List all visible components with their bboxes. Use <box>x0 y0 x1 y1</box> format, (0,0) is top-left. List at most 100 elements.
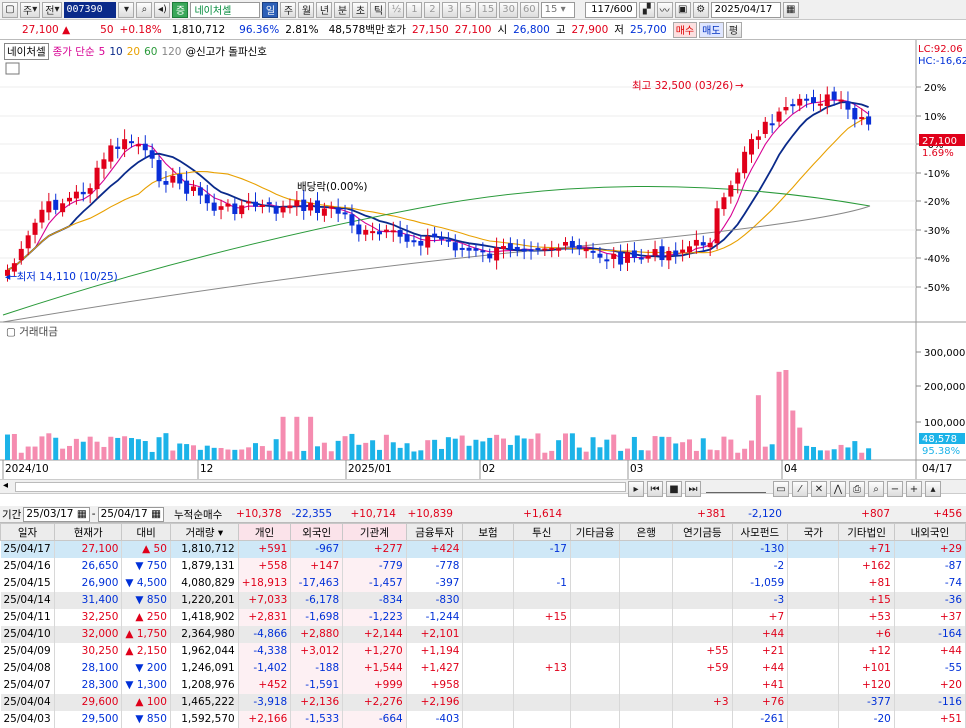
zoom-icon[interactable]: ⌕ <box>868 481 884 497</box>
volume-bar <box>397 447 403 460</box>
legend-ma-20[interactable]: 20 <box>127 46 140 58</box>
period-minute-button[interactable]: 분 <box>334 1 351 18</box>
minute-15-button[interactable]: 15 <box>478 1 498 18</box>
column-header[interactable]: 외국인 <box>290 523 344 541</box>
column-header[interactable]: 투신 <box>512 523 571 541</box>
pattern-icon[interactable]: 〰 <box>656 1 673 18</box>
total-select[interactable]: 전 ▾ <box>42 1 63 18</box>
last-icon[interactable]: ⏭ <box>685 481 701 497</box>
period-week-button[interactable]: 주 <box>280 1 297 18</box>
count-field[interactable]: 117/600 <box>584 1 637 18</box>
date-field[interactable]: 2025/04/17 <box>710 1 781 18</box>
legend-ma-label[interactable]: 종가 단순 <box>53 44 95 59</box>
table-row[interactable]: 25/04/10 32,000 ▲ 1,750 2,364,980 -4,866 +2,8… <box>0 625 966 643</box>
tool-cross-icon[interactable]: ✕ <box>811 481 827 497</box>
tool-square-icon[interactable]: ▭ <box>773 481 789 497</box>
stop-icon[interactable]: ■ <box>666 481 682 497</box>
scroll-track[interactable] <box>15 482 626 492</box>
column-header[interactable]: 내외국인 <box>893 523 966 541</box>
legend-ma-10[interactable]: 10 <box>109 46 122 58</box>
eval-button[interactable]: 평 <box>725 21 742 38</box>
column-header[interactable]: 연기금등 <box>672 523 733 541</box>
minute-select[interactable]: 15 ▾ <box>540 1 575 18</box>
tool-line-icon[interactable]: ⁄ <box>792 481 808 497</box>
table-row[interactable]: 25/04/09 30,250 ▲ 2,150 1,962,044 -4,338 +3,0… <box>0 642 966 660</box>
stock-name-field[interactable]: 네이처셀 <box>190 1 261 18</box>
period-tick-button[interactable]: 틱 <box>370 1 387 18</box>
column-header[interactable]: 기관계 <box>342 523 407 541</box>
zoom-in-icon[interactable]: + <box>906 481 922 497</box>
expand-icon[interactable]: ▴ <box>925 481 941 497</box>
zoom-slider[interactable] <box>706 483 766 493</box>
market-select[interactable]: 주 ▾ <box>20 1 41 18</box>
minute-1-button[interactable]: 1 <box>406 1 423 18</box>
zoom-out-icon[interactable]: − <box>887 481 903 497</box>
grid-toggle-icon[interactable] <box>5 62 20 75</box>
table-cell: +7,033 <box>238 591 292 609</box>
table-cell: 1,418,902 <box>170 608 239 626</box>
table-row[interactable]: 25/04/17 27,100 ▲ 50 1,810,712 +591 -967 +277 +… <box>0 540 966 558</box>
candle <box>439 237 444 240</box>
scroll-left-icon[interactable]: ◂ <box>3 480 8 491</box>
table-row[interactable]: 25/04/16 26,650 ▼ 750 1,879,131 +558 +147 -779… <box>0 557 966 575</box>
column-header[interactable]: 현재가 <box>53 523 123 541</box>
table-cell: +2,196 <box>406 693 464 711</box>
period-month-button[interactable]: 월 <box>298 1 315 18</box>
search-icon[interactable]: ⌕ <box>136 1 153 18</box>
column-header[interactable]: 사모펀드 <box>731 523 789 541</box>
table-row[interactable]: 25/04/04 29,600 ▲ 100 1,465,222 -3,918 +2,136… <box>0 693 966 711</box>
column-header[interactable]: 기타금융 <box>569 523 621 541</box>
period-year-button[interactable]: 년 <box>316 1 333 18</box>
window-icon[interactable]: ▢ <box>2 1 18 18</box>
sync-icon[interactable]: ▞ <box>638 1 655 18</box>
table-row[interactable]: 25/04/03 29,500 ▼ 850 1,592,570 +2,166 -1,533… <box>0 710 966 728</box>
legend-ma-5[interactable]: 5 <box>99 46 106 58</box>
column-header[interactable]: 일자 <box>0 523 55 541</box>
volume-bar <box>184 444 190 460</box>
column-header[interactable]: 보험 <box>462 523 514 541</box>
tool-chart-icon[interactable]: ⋀ <box>830 481 846 497</box>
column-header[interactable]: 금융투자 <box>405 523 464 541</box>
price-chart[interactable]: 20%10%-0%-10%-20%-30%-40%-50%LC:92.06HC:… <box>0 40 966 480</box>
minute-60-button[interactable]: 60 <box>519 1 539 18</box>
print-icon[interactable]: ⎙ <box>849 481 865 497</box>
column-header[interactable]: 개인 <box>237 523 292 541</box>
minute-2-button[interactable]: 2 <box>424 1 441 18</box>
code-dropdown-icon[interactable]: ▾ <box>118 1 135 18</box>
chart-scrollbar[interactable]: ◂ ▸ ⏮ ■ ⏭ ▭ ⁄ ✕ ⋀ ⎙ ⌕ − + ▴ <box>0 479 966 497</box>
legend-signal[interactable]: @신고가 돌파신호 <box>185 44 266 59</box>
chart-area[interactable]: 20%10%-0%-10%-20%-30%-40%-50%LC:92.06HC:… <box>0 40 966 480</box>
period-day-button[interactable]: 일 <box>262 1 279 18</box>
minute-30-button[interactable]: 30 <box>499 1 518 18</box>
sell-button[interactable]: 매도 <box>699 21 724 38</box>
table-cell: -74 <box>894 574 966 592</box>
period-second-button[interactable]: 초 <box>352 1 369 18</box>
table-row[interactable]: 25/04/07 28,300 ▼ 1,300 1,208,976 +452 -1,591… <box>0 676 966 694</box>
stock-code-input[interactable]: 007390 <box>64 1 117 18</box>
table-row[interactable]: 25/04/08 28,100 ▼ 200 1,246,091 -1,402 -188 +1… <box>0 659 966 677</box>
table-row[interactable]: 25/04/14 31,400 ▼ 850 1,220,201 +7,033 -6,178… <box>0 591 966 609</box>
column-header[interactable]: 기타법인 <box>838 523 895 541</box>
calendar-icon[interactable]: ▦ <box>782 1 799 18</box>
column-header[interactable]: 국가 <box>787 523 840 541</box>
buy-button[interactable]: 매수 <box>672 21 698 38</box>
table-row[interactable]: 25/04/15 26,900 ▼ 4,500 4,080,829 +18,913 -17… <box>0 574 966 592</box>
first-icon[interactable]: ⏮ <box>647 481 663 497</box>
legend-ma-60[interactable]: 60 <box>144 46 157 58</box>
legend-stock-name[interactable]: 네이처셀 <box>4 43 49 60</box>
table-cell: 1,220,201 <box>170 591 239 609</box>
half-button[interactable]: ½ <box>388 1 405 18</box>
column-header[interactable]: 대비 <box>121 523 171 541</box>
candle <box>294 200 300 207</box>
volume-bar <box>60 448 66 460</box>
minute-5-button[interactable]: 5 <box>460 1 477 18</box>
speaker-icon[interactable]: ◂) <box>154 1 171 18</box>
settings-icon[interactable]: ⚙ <box>692 1 709 18</box>
column-header[interactable]: 거래량 ▾ <box>169 523 239 541</box>
minute-3-button[interactable]: 3 <box>442 1 459 18</box>
legend-ma-120[interactable]: 120 <box>161 46 181 58</box>
scroll-right-icon[interactable]: ▸ <box>628 481 644 497</box>
column-header[interactable]: 은행 <box>619 523 674 541</box>
save-icon[interactable]: ▣ <box>674 1 691 18</box>
table-row[interactable]: 25/04/11 32,250 ▲ 250 1,418,902 +2,831 -1,698… <box>0 608 966 626</box>
